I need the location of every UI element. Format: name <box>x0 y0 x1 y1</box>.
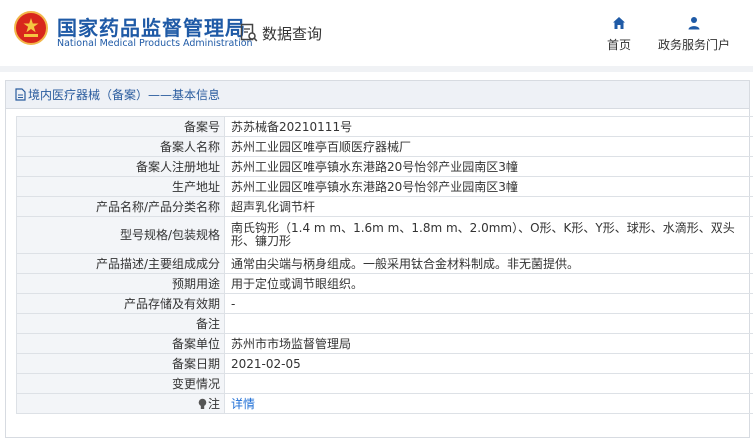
field-value: 2021-02-05 <box>224 353 753 374</box>
table-row: 备案人注册地址 苏州工业园区唯亭镇水东港路20号怡邻产业园南区3幢 <box>16 156 753 177</box>
data-query-label: 数据查询 <box>262 24 323 43</box>
note-label: 注 <box>207 396 220 411</box>
field-value: 通常由尖端与柄身组成。一般采用钛合金材料制成。非无菌提供。 <box>224 253 753 274</box>
record-table: 备案号 苏苏械备20210111号 备案人名称 苏州工业园区唯亭百顺医疗器械厂 … <box>16 116 753 414</box>
note-label-cell: 注 <box>16 393 225 414</box>
national-emblem-icon <box>14 11 48 45</box>
detail-panel: 境内医疗器械（备案）——基本信息 备案号 苏苏械备20210111号 备案人名称… <box>5 80 753 438</box>
field-label: 备注 <box>16 313 225 334</box>
field-value: 苏州市市场监督管理局 <box>224 333 753 354</box>
table-row: 备案号 苏苏械备20210111号 <box>16 116 753 137</box>
field-label: 备案号 <box>16 116 225 137</box>
table-row: 注 详情 <box>16 393 753 414</box>
field-value: - <box>224 293 753 314</box>
site-subtitle: National Medical Products Administration <box>57 38 253 49</box>
field-label: 备案人名称 <box>16 136 225 157</box>
field-label: 生产地址 <box>16 176 225 197</box>
data-query-link[interactable]: 数据查询 <box>240 22 322 44</box>
breadcrumb-text: 境内医疗器械（备案）——基本信息 <box>28 88 221 102</box>
home-icon <box>613 17 625 29</box>
table-row: 产品描述/主要组成成分 通常由尖端与柄身组成。一般采用钛合金材料制成。非无菌提供… <box>16 253 753 274</box>
lightbulb-icon <box>198 398 207 409</box>
breadcrumb: 境内医疗器械（备案）——基本信息 <box>6 81 749 109</box>
nav-home[interactable]: 首页 <box>604 16 634 53</box>
table-row: 备注 <box>16 313 753 334</box>
table-row: 生产地址 苏州工业园区唯亭镇水东港路20号怡邻产业园南区3幢 <box>16 176 753 197</box>
field-value: 苏苏械备20210111号 <box>224 116 753 137</box>
site-title[interactable]: 国家药品监督管理局 <box>57 12 246 41</box>
field-label: 产品名称/产品分类名称 <box>16 196 225 217</box>
field-value <box>224 313 753 334</box>
field-label: 型号规格/包装规格 <box>16 216 225 254</box>
field-value: 南氏钩形（1.4 m m、1.6m m、1.8m m、2.0mm）、O形、K形、… <box>224 216 753 254</box>
field-label: 预期用途 <box>16 273 225 294</box>
field-label: 产品描述/主要组成成分 <box>16 253 225 274</box>
table-row: 预期用途 用于定位或调节眼组织。 <box>16 273 753 294</box>
field-label: 产品存储及有效期 <box>16 293 225 314</box>
header-divider <box>0 66 753 72</box>
field-value: 苏州工业园区唯亭镇水东港路20号怡邻产业园南区3幢 <box>224 176 753 197</box>
document-search-icon <box>240 23 258 42</box>
field-value: 苏州工业园区唯亭百顺医疗器械厂 <box>224 136 753 157</box>
field-label: 备案日期 <box>16 353 225 374</box>
site-header: 国家药品监督管理局 National Medical Products Admi… <box>0 0 753 66</box>
note-value-cell: 详情 <box>224 393 753 414</box>
table-row: 变更情况 <box>16 373 753 394</box>
table-row: 产品名称/产品分类名称 超声乳化调节杆 <box>16 196 753 217</box>
user-icon <box>688 17 700 30</box>
table-row: 备案日期 2021-02-05 <box>16 353 753 374</box>
field-label: 备案人注册地址 <box>16 156 225 177</box>
document-icon <box>15 88 26 101</box>
field-value: 苏州工业园区唯亭镇水东港路20号怡邻产业园南区3幢 <box>224 156 753 177</box>
table-row: 备案人名称 苏州工业园区唯亭百顺医疗器械厂 <box>16 136 753 157</box>
field-value <box>224 373 753 394</box>
field-label: 变更情况 <box>16 373 225 394</box>
field-value: 超声乳化调节杆 <box>224 196 753 217</box>
table-row: 型号规格/包装规格 南氏钩形（1.4 m m、1.6m m、1.8m m、2.0… <box>16 216 753 254</box>
table-row: 备案单位 苏州市市场监督管理局 <box>16 333 753 354</box>
nav-service-portal[interactable]: 政务服务门户 <box>656 16 732 53</box>
nav-home-label: 首页 <box>606 38 631 52</box>
details-link[interactable]: 详情 <box>231 397 255 411</box>
field-label: 备案单位 <box>16 333 225 354</box>
table-row: 产品存储及有效期 - <box>16 293 753 314</box>
field-value: 用于定位或调节眼组织。 <box>224 273 753 294</box>
nav-service-portal-label: 政务服务门户 <box>657 38 730 52</box>
